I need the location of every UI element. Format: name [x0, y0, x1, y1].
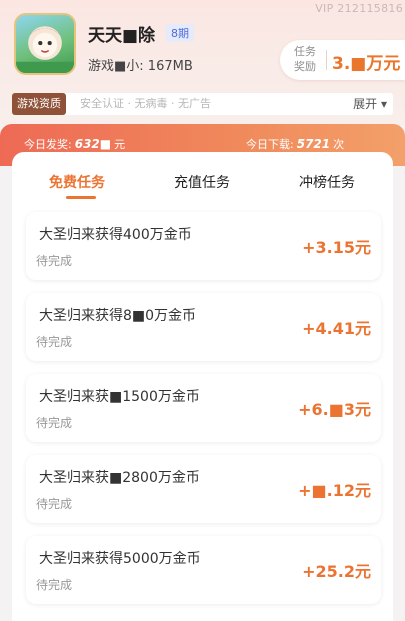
- tab-free-tasks[interactable]: 免费任务: [49, 172, 105, 192]
- task-card[interactable]: 大圣归来获得8■0万金币 待完成 +4.41元: [26, 293, 381, 361]
- task-panel: 免费任务 充值任务 冲榜任务 大圣归来获得400万金币 待完成 +3.15元 大…: [12, 152, 393, 621]
- task-reward: +4.41元: [302, 319, 371, 338]
- task-card[interactable]: 大圣归来获■2800万金币 待完成 +■.12元: [26, 455, 381, 523]
- active-tab-indicator: [66, 196, 96, 199]
- task-status: 待完成: [36, 578, 73, 592]
- task-status: 待完成: [36, 416, 73, 430]
- task-title: 大圣归来获■2800万金币: [39, 470, 200, 486]
- tab-recharge-tasks[interactable]: 充值任务: [174, 172, 230, 192]
- reward-divider: [326, 50, 327, 70]
- qualification-text: 安全认证 · 无病毒 · 无广告: [80, 97, 211, 110]
- qualification-badge: 游戏资质: [12, 93, 66, 115]
- task-status: 待完成: [36, 335, 73, 349]
- task-reward: +■.12元: [298, 481, 371, 500]
- period-badge: 8期: [166, 24, 194, 42]
- qualification-row: 游戏资质 安全认证 · 无病毒 · 无广告 展开 ▾: [12, 93, 393, 115]
- vip-id: VIP 212115816: [315, 2, 403, 15]
- expand-button[interactable]: 展开 ▾: [353, 93, 387, 115]
- task-status: 待完成: [36, 497, 73, 511]
- reward-label: 任务奖励: [294, 45, 316, 73]
- task-card[interactable]: 大圣归来获得400万金币 待完成 +3.15元: [26, 212, 381, 280]
- task-title: 大圣归来获■1500万金币: [39, 389, 200, 405]
- download-unit: 次: [333, 138, 345, 151]
- task-card[interactable]: 大圣归来获得5000万金币 待完成 +25.2元: [26, 536, 381, 604]
- app-icon[interactable]: [14, 13, 76, 75]
- tab-ranking-tasks[interactable]: 冲榜任务: [299, 172, 355, 192]
- task-title: 大圣归来获得5000万金币: [39, 551, 201, 567]
- reward-value: 3.■万元: [332, 54, 401, 74]
- payout-label: 今日发奖:: [24, 138, 72, 151]
- app-header: VIP 212115816 天天■除 8期 游戏■小: 167MB 任务奖励 3…: [0, 0, 405, 125]
- app-size-info: 游戏■小: 167MB: [88, 59, 193, 74]
- app-title: 天天■除: [88, 26, 156, 46]
- task-reward-box: 任务奖励 3.■万元: [280, 40, 405, 80]
- task-card[interactable]: 大圣归来获■1500万金币 待完成 +6.■3元: [26, 374, 381, 442]
- task-status: 待完成: [36, 254, 73, 268]
- download-label: 今日下载:: [246, 138, 294, 151]
- today-downloads: 今日下载: 5721 次: [246, 136, 344, 152]
- task-reward: +3.15元: [302, 238, 371, 257]
- payout-unit: 元: [114, 138, 126, 151]
- download-value: 5721: [296, 137, 331, 151]
- task-title: 大圣归来获得8■0万金币: [39, 308, 197, 324]
- payout-value: 632■: [74, 137, 112, 151]
- monkey-king-icon: [16, 26, 74, 73]
- today-payout: 今日发奖: 632■ 元: [24, 136, 125, 152]
- task-reward: +6.■3元: [298, 400, 371, 419]
- task-title: 大圣归来获得400万金币: [39, 227, 192, 243]
- task-reward: +25.2元: [302, 562, 371, 581]
